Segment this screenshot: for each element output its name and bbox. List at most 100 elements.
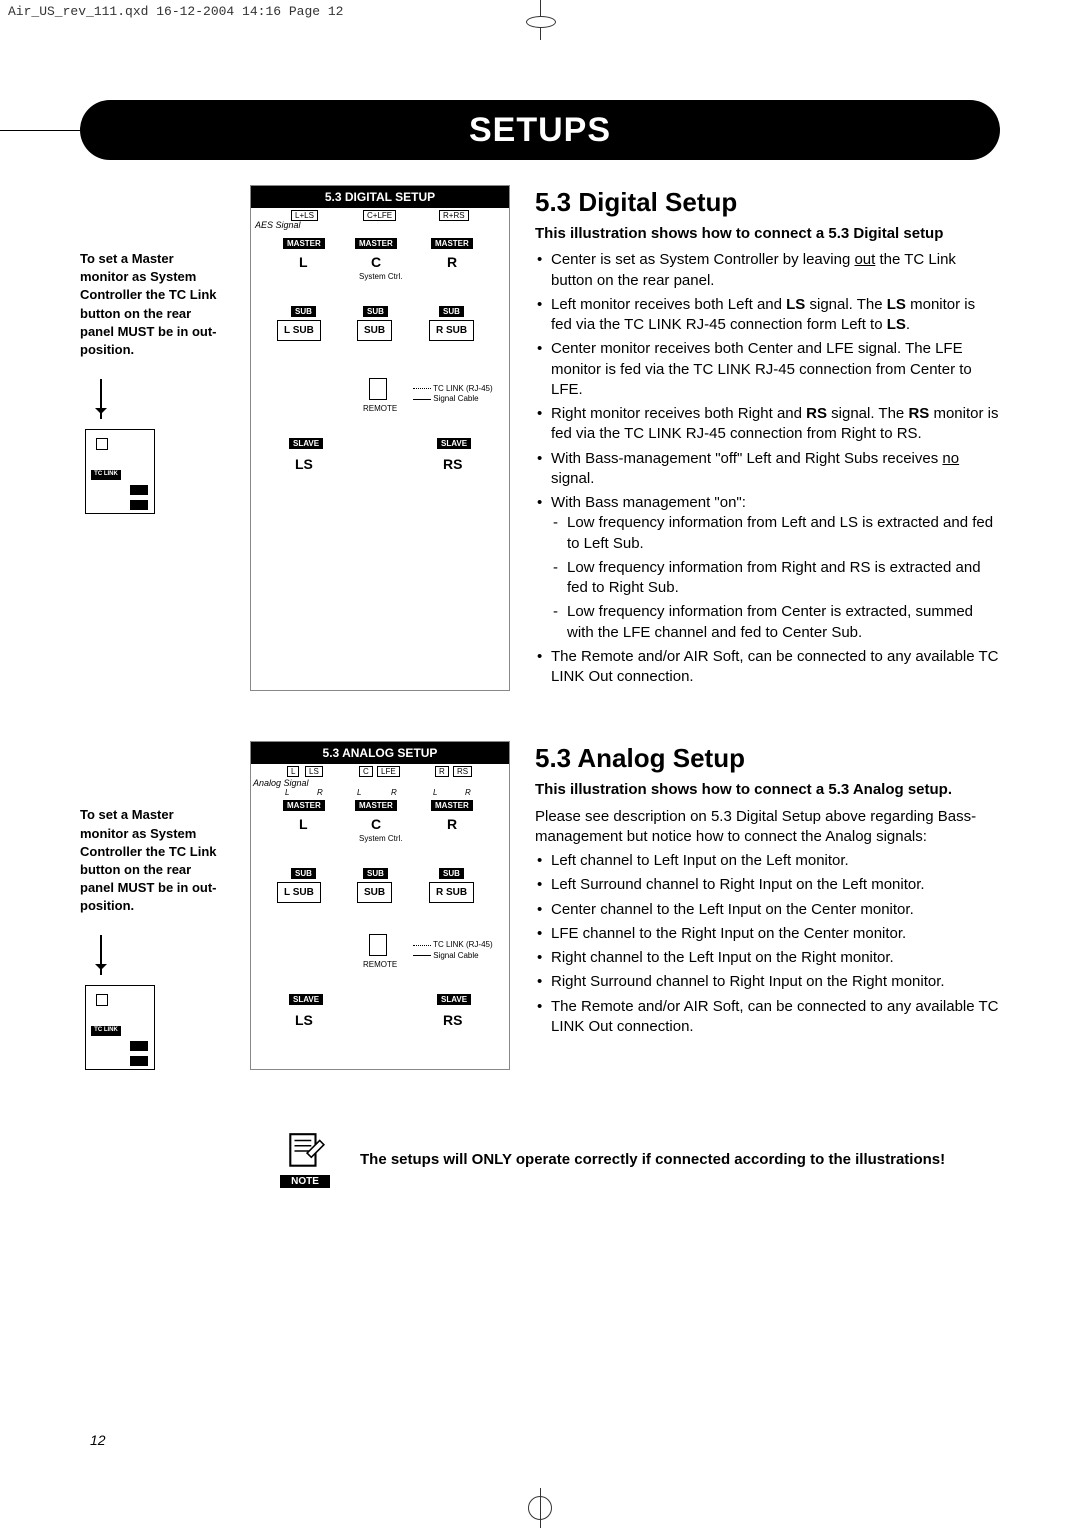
aslave-ls: SLAVE <box>289 994 323 1005</box>
note-row: NOTE The setups will ONLY operate correc… <box>280 1130 1000 1188</box>
sub-chip-l: SUB <box>291 306 316 317</box>
master-l: MASTER <box>283 238 325 249</box>
amaster-c: MASTER <box>355 800 397 811</box>
master-note-analog: To set a Master monitor as System Contro… <box>80 741 225 1070</box>
speaker-l: L <box>299 254 308 270</box>
aremote-label: REMOTE <box>363 960 397 969</box>
section-banner: SETUPS <box>80 100 1000 160</box>
speaker-c: C <box>371 254 381 270</box>
digital-bullet-4: Right monitor receives both Right and RS… <box>535 404 1000 445</box>
analog-text: 5.3 Analog Setup This illustration shows… <box>535 741 1000 1070</box>
analog-bullet-2: Left Surround channel to Right Input on … <box>535 875 1000 895</box>
asub-box: SUB <box>357 882 392 903</box>
digital-bullet-1: Center is set as System Controller by le… <box>535 250 1000 291</box>
analog-section: To set a Master monitor as System Contro… <box>80 741 1000 1070</box>
digital-bullet-5: With Bass-management "off" Left and Righ… <box>535 449 1000 490</box>
rear-ls: LS <box>295 456 313 472</box>
note-text: The setups will ONLY operate correctly i… <box>360 1149 945 1170</box>
digital-sub-1: Low frequency information from Left and … <box>551 513 1000 554</box>
amaster-l: MASTER <box>283 800 325 811</box>
analog-bullet-6: Right Surround channel to Right Input on… <box>535 972 1000 992</box>
note-label: NOTE <box>280 1175 330 1188</box>
digital-diagram: 5.3 DIGITAL SETUP AES Signal L+LS C+LFE … <box>250 185 510 691</box>
analog-signal-label: Analog Signal <box>253 778 309 788</box>
analog-heading: 5.3 Analog Setup <box>535 741 1000 776</box>
digital-diagram-title: 5.3 DIGITAL SETUP <box>251 186 509 208</box>
lsub-box: L SUB <box>277 320 321 341</box>
master-c: MASTER <box>355 238 397 249</box>
arrow-down-icon-2 <box>100 935 102 975</box>
master-note-text: To set a Master monitor as System Contro… <box>80 250 225 359</box>
analog-diagram-title: 5.3 ANALOG SETUP <box>251 742 509 764</box>
legend-block: TC LINK (RJ-45) Signal Cable <box>413 384 493 405</box>
page-content: SETUPS To set a Master monitor as System… <box>80 100 1000 1188</box>
in-c: C <box>359 766 373 777</box>
note-icon: NOTE <box>280 1130 330 1188</box>
analog-bullet-4: LFE channel to the Right Input on the Ce… <box>535 924 1000 944</box>
alegend-block: TC LINK (RJ-45) Signal Cable <box>413 940 493 961</box>
master-note-digital: To set a Master monitor as System Contro… <box>80 185 225 691</box>
alegend-signal: Signal Cable <box>433 951 478 960</box>
slave-rs: SLAVE <box>437 438 471 449</box>
remote-icon <box>369 378 387 400</box>
in-rs: RS <box>453 766 472 777</box>
rear-panel-icon-2: TC LINK <box>85 985 155 1070</box>
alegend-tclink: TC LINK (RJ-45) <box>433 940 493 949</box>
in-lfe: LFE <box>377 766 400 777</box>
aspeaker-l: L <box>299 816 308 832</box>
aspeaker-c: C <box>371 816 381 832</box>
analog-bullet-3: Center channel to the Left Input on the … <box>535 900 1000 920</box>
legend-signal: Signal Cable <box>433 394 478 403</box>
sub-chip-c: SUB <box>363 306 388 317</box>
asub-chip-l: SUB <box>291 868 316 879</box>
digital-bullet-3: Center monitor receives both Center and … <box>535 339 1000 400</box>
digital-sub-3: Low frequency information from Center is… <box>551 602 1000 643</box>
page-number: 12 <box>90 1432 106 1448</box>
aes-signal-label: AES Signal <box>255 220 301 230</box>
arsub-box: R SUB <box>429 882 474 903</box>
rsub-box: R SUB <box>429 320 474 341</box>
arear-ls: LS <box>295 1012 313 1028</box>
amaster-r: MASTER <box>431 800 473 811</box>
arrow-down-icon <box>100 379 102 419</box>
in-ls: LS <box>305 766 323 777</box>
aslave-rs: SLAVE <box>437 994 471 1005</box>
lr-2l: L <box>357 788 361 797</box>
input-lls: L+LS <box>291 210 318 221</box>
analog-intro: Please see description on 5.3 Digital Se… <box>535 807 1000 848</box>
digital-sub-2: Low frequency information from Right and… <box>551 558 1000 599</box>
crop-mark-top <box>520 0 560 40</box>
asub-chip-c: SUB <box>363 868 388 879</box>
remote-label: REMOTE <box>363 404 397 413</box>
slave-ls: SLAVE <box>289 438 323 449</box>
alsub-box: L SUB <box>277 882 321 903</box>
in-l: L <box>287 766 299 777</box>
digital-bullet-7: The Remote and/or AIR Soft, can be conne… <box>535 647 1000 688</box>
aspeaker-r: R <box>447 816 457 832</box>
system-ctrl-label: System Ctrl. <box>359 272 403 281</box>
digital-text: 5.3 Digital Setup This illustration show… <box>535 185 1000 691</box>
asystem-ctrl-label: System Ctrl. <box>359 834 403 843</box>
rear-rs: RS <box>443 456 462 472</box>
arear-rs: RS <box>443 1012 462 1028</box>
lr-1l: L <box>285 788 289 797</box>
digital-subheading: This illustration shows how to connect a… <box>535 224 1000 244</box>
sub-chip-r: SUB <box>439 306 464 317</box>
in-r: R <box>435 766 449 777</box>
digital-section: To set a Master monitor as System Contro… <box>80 185 1000 691</box>
asub-chip-r: SUB <box>439 868 464 879</box>
analog-bullet-5: Right channel to the Left Input on the R… <box>535 948 1000 968</box>
sub-box: SUB <box>357 320 392 341</box>
digital-bullet-6: With Bass management "on": Low frequency… <box>535 493 1000 643</box>
lr-2r: R <box>391 788 397 797</box>
input-clfe: C+LFE <box>363 210 396 221</box>
lr-3l: L <box>433 788 437 797</box>
analog-bullet-7: The Remote and/or AIR Soft, can be conne… <box>535 997 1000 1038</box>
master-note-text-2: To set a Master monitor as System Contro… <box>80 806 225 915</box>
lr-3r: R <box>465 788 471 797</box>
master-r: MASTER <box>431 238 473 249</box>
analog-subheading: This illustration shows how to connect a… <box>535 780 1000 800</box>
input-rrs: R+RS <box>439 210 469 221</box>
crop-mark-bottom <box>520 1488 560 1528</box>
lr-1r: R <box>317 788 323 797</box>
